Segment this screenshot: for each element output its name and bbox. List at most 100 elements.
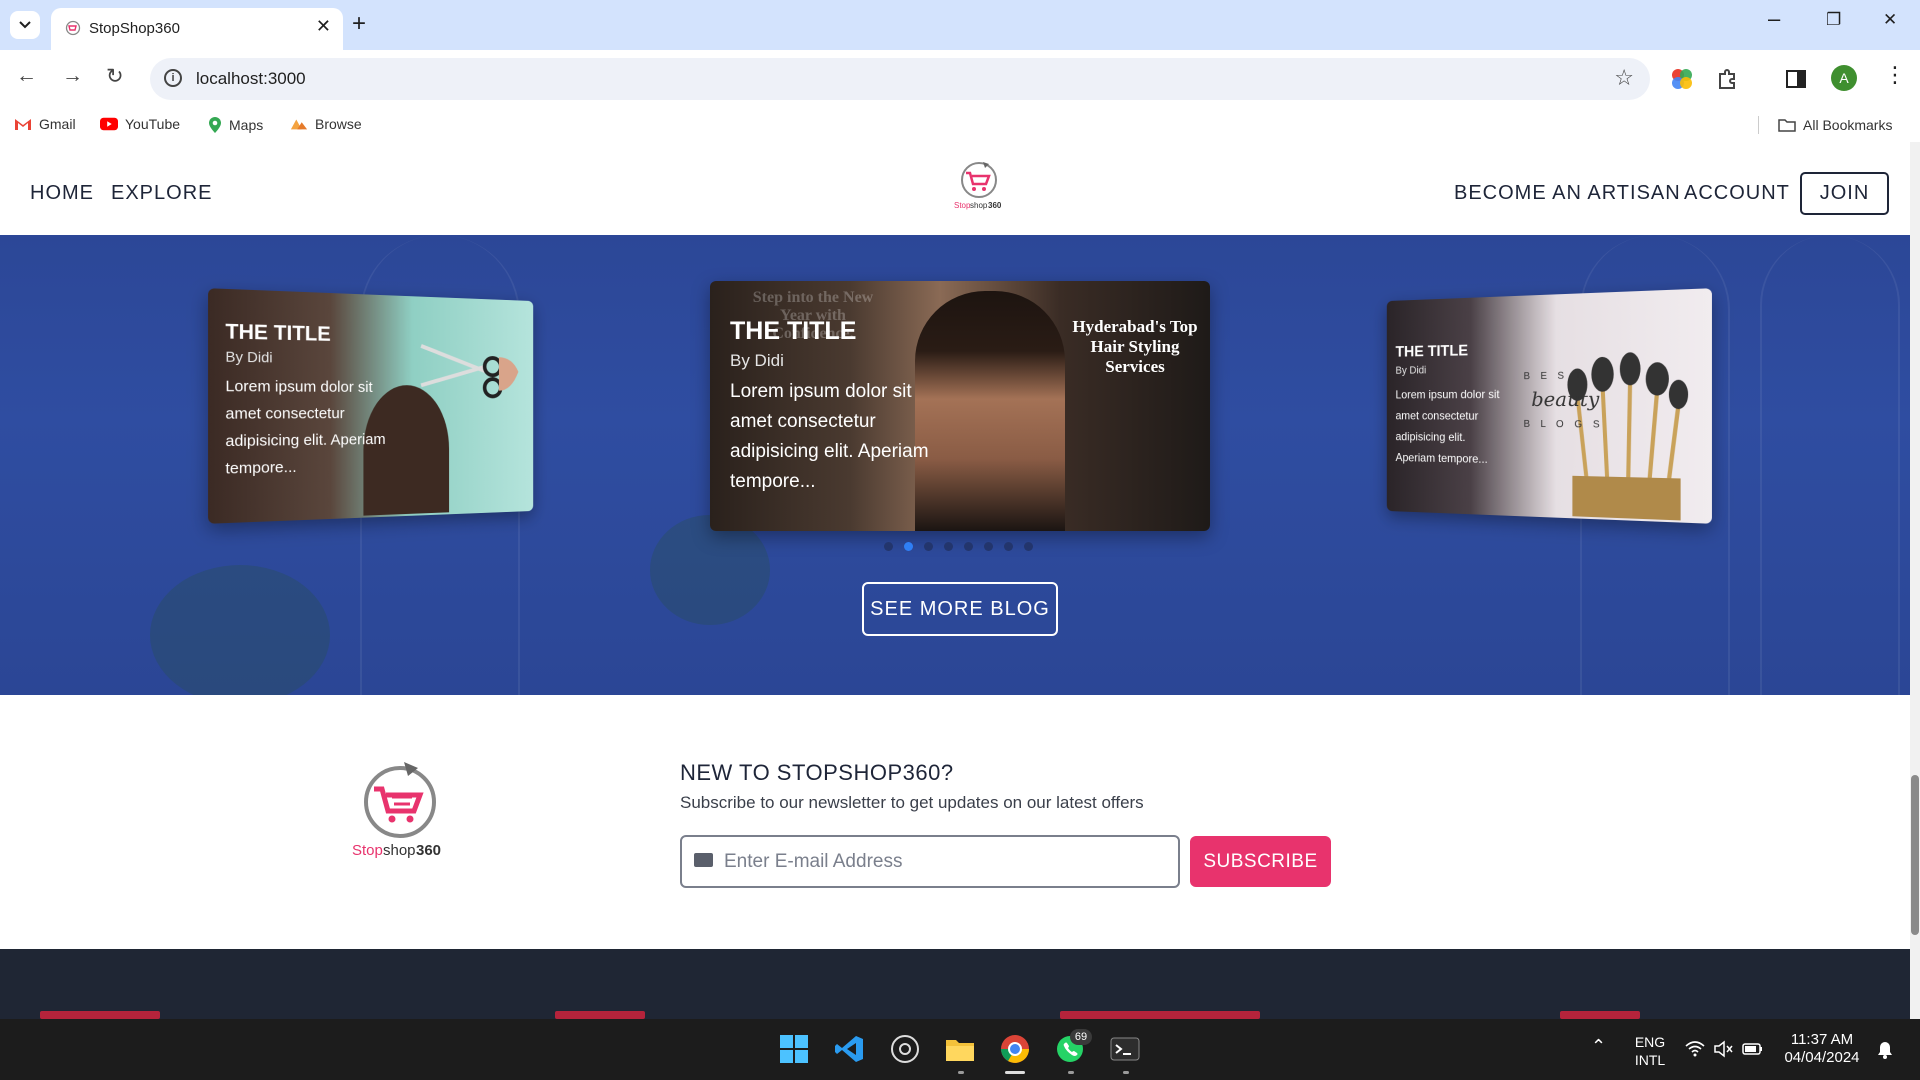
card-excerpt: Lorem ipsum dolor sit amet consectetur a… xyxy=(225,377,386,478)
stopshop360-logo[interactable]: Stop shop 360 xyxy=(952,158,1008,216)
svg-text:360: 360 xyxy=(416,842,441,859)
tab-close-icon[interactable]: ✕ xyxy=(316,16,331,37)
model-portrait xyxy=(915,291,1065,531)
bookmark-browse[interactable]: Browse xyxy=(290,116,362,132)
nav-explore[interactable]: EXPLORE xyxy=(111,182,212,205)
maps-pin-icon xyxy=(209,117,221,133)
lang-bottom: INTL xyxy=(1634,1052,1666,1068)
app-running-indicator xyxy=(1123,1071,1129,1074)
footer-heading-peek xyxy=(40,1011,160,1019)
chrome-icon[interactable] xyxy=(999,1033,1031,1065)
nav-become-artisan[interactable]: BECOME AN ARTISAN xyxy=(1454,182,1681,205)
bookmark-label: YouTube xyxy=(125,116,181,132)
tray-chevron-up-icon[interactable]: ⌃ xyxy=(1591,1037,1606,1055)
notification-bell-icon[interactable] xyxy=(1876,1040,1894,1060)
site-footer xyxy=(0,949,1910,1019)
carousel-pagination xyxy=(884,542,1033,551)
bookmark-gmail[interactable]: Gmail xyxy=(14,116,76,132)
divider xyxy=(1758,116,1759,134)
whatsapp-badge: 69 xyxy=(1070,1029,1092,1045)
window-close-button[interactable]: ✕ xyxy=(1883,10,1897,30)
bookmark-label: Gmail xyxy=(39,116,76,132)
gmail-icon xyxy=(15,119,31,130)
footer-heading-peek xyxy=(1060,1011,1260,1019)
chevron-down-icon xyxy=(19,21,31,29)
card-title: THE TITLE xyxy=(730,317,857,345)
see-more-blog-button[interactable]: SEE MORE BLOG xyxy=(862,582,1058,636)
wifi-icon[interactable] xyxy=(1685,1041,1705,1057)
blog-card-left[interactable]: THE TITLE By Didi Lorem ipsum dolor sit … xyxy=(208,288,534,524)
blog-card-center[interactable]: Step into the New Year with Confidence. … xyxy=(710,281,1210,531)
blog-card-right[interactable]: B E S T beauty B L O G S THE TITLE By Di… xyxy=(1386,288,1712,524)
vscode-icon[interactable] xyxy=(834,1033,866,1065)
reload-button[interactable]: ↻ xyxy=(106,64,124,89)
carousel-dot[interactable] xyxy=(904,542,913,551)
browser-tab-strip: StopShop360 ✕ + – ❐ ✕ xyxy=(0,0,1920,50)
card-author: By Didi xyxy=(225,347,273,366)
scrollbar-thumb[interactable] xyxy=(1911,775,1919,935)
extensions-puzzle-icon[interactable] xyxy=(1715,66,1741,92)
clock[interactable]: 11:37 AM 04/04/2024 xyxy=(1776,1031,1868,1067)
chrome-menu-icon[interactable]: ⋮ xyxy=(1884,62,1906,88)
carousel-dot[interactable] xyxy=(984,542,993,551)
clock-date: 04/04/2024 xyxy=(1784,1049,1860,1066)
restore-button[interactable]: ❐ xyxy=(1826,10,1841,30)
newsletter-subtext: Subscribe to our newsletter to get updat… xyxy=(680,793,1144,812)
url-text: localhost:3000 xyxy=(196,69,306,88)
footer-heading-peek xyxy=(1560,1011,1640,1019)
windows-start-icon[interactable] xyxy=(778,1033,810,1065)
youtube-icon xyxy=(100,117,118,131)
email-input[interactable] xyxy=(724,847,1164,877)
carousel-dot[interactable] xyxy=(944,542,953,551)
background-plant xyxy=(150,565,330,695)
bookmark-label: Browse xyxy=(315,116,362,132)
tab-search-button[interactable] xyxy=(10,11,40,39)
pma-icon xyxy=(290,119,308,130)
browser-toolbar: ← → ↻ i localhost:3000 ☆ ⋮ xyxy=(0,50,1920,108)
all-bookmarks[interactable]: All Bookmarks xyxy=(1758,116,1892,134)
forward-button[interactable]: → xyxy=(62,64,83,88)
nav-home[interactable]: HOME xyxy=(30,182,94,205)
carousel-dot[interactable] xyxy=(1004,542,1013,551)
bookmark-youtube[interactable]: YouTube xyxy=(100,116,180,132)
join-button[interactable]: JOIN xyxy=(1800,172,1889,215)
carousel-dot[interactable] xyxy=(924,542,933,551)
carousel-dot[interactable] xyxy=(1024,542,1033,551)
bookmark-label: Maps xyxy=(229,117,264,133)
nav-account[interactable]: ACCOUNT xyxy=(1684,182,1790,205)
newsletter-heading: NEW TO STOPSHOP360? xyxy=(680,760,954,785)
back-button[interactable]: ← xyxy=(16,64,37,88)
app-running-indicator xyxy=(958,1071,964,1074)
side-panel-icon[interactable] xyxy=(1783,66,1809,92)
svg-text:shop: shop xyxy=(970,201,988,210)
language-indicator[interactable]: ENG INTL xyxy=(1630,1033,1670,1069)
newsletter-section: Stop shop 360 NEW TO STOPSHOP360? Subscr… xyxy=(0,695,1910,949)
bookmark-maps[interactable]: Maps xyxy=(208,116,263,134)
minimize-button[interactable]: – xyxy=(1768,6,1780,32)
carousel-dot[interactable] xyxy=(964,542,973,551)
file-explorer-icon[interactable] xyxy=(944,1033,976,1065)
bookmark-star-icon[interactable]: ☆ xyxy=(1614,65,1634,91)
carousel-dot[interactable] xyxy=(884,542,893,551)
terminal-icon[interactable] xyxy=(1109,1033,1141,1065)
app-active-indicator xyxy=(1005,1071,1025,1074)
windows-taskbar: 69 ⌃ ENG INTL 11:37 AM 04/04/2024 xyxy=(0,1019,1920,1080)
envelope-icon xyxy=(694,853,713,867)
obs-icon[interactable] xyxy=(889,1033,921,1065)
browser-tab-active[interactable]: StopShop360 ✕ xyxy=(51,8,343,50)
profile-avatar[interactable]: A xyxy=(1831,65,1857,91)
volume-muted-icon[interactable] xyxy=(1713,1040,1733,1058)
address-bar[interactable]: i localhost:3000 ☆ xyxy=(150,58,1650,100)
subscribe-button[interactable]: SUBSCRIBE xyxy=(1190,836,1331,887)
site-info-icon[interactable]: i xyxy=(164,69,182,87)
new-tab-button[interactable]: + xyxy=(352,10,366,38)
email-field[interactable] xyxy=(680,835,1180,888)
battery-icon[interactable] xyxy=(1742,1041,1764,1057)
overlay-beauty: beauty xyxy=(1531,386,1600,412)
footer-heading-peek xyxy=(555,1011,645,1019)
overlay-blogs: B L O G S xyxy=(1523,418,1604,431)
blog-carousel-section: THE TITLE By Didi Lorem ipsum dolor sit … xyxy=(0,235,1910,695)
card-title: THE TITLE xyxy=(225,320,331,346)
background-mirror xyxy=(1760,235,1900,695)
color-extension-icon[interactable] xyxy=(1669,66,1695,92)
